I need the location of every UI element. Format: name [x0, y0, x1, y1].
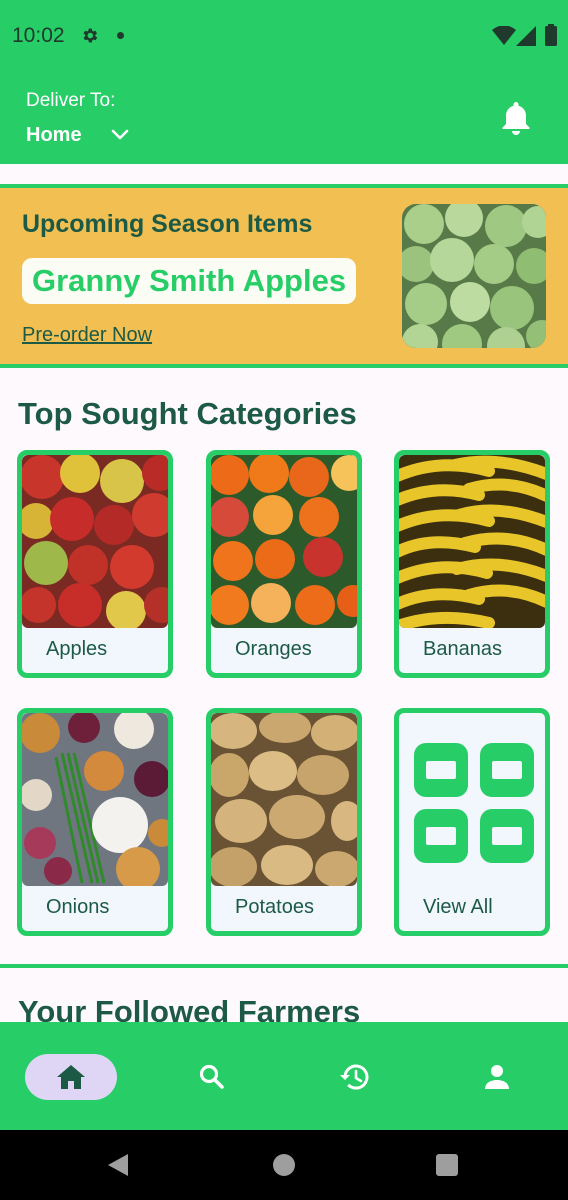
back-icon[interactable] [106, 1152, 130, 1178]
apples-image [22, 455, 168, 628]
nav-home[interactable] [25, 1054, 117, 1100]
home-icon[interactable] [56, 1063, 86, 1091]
oranges-image [211, 455, 357, 628]
category-view-all[interactable]: View All [394, 708, 550, 936]
onions-image [22, 713, 168, 886]
nav-history[interactable] [309, 1054, 401, 1100]
profile-icon[interactable] [482, 1063, 512, 1091]
bananas-image [399, 455, 545, 628]
wifi-icon [492, 26, 516, 45]
granny-smith-apples-image [402, 204, 546, 348]
potatoes-image [211, 713, 357, 886]
battery-icon [545, 24, 557, 46]
category-bananas[interactable]: Bananas [394, 450, 550, 678]
category-potatoes[interactable]: Potatoes [206, 708, 362, 936]
system-home-icon[interactable] [273, 1154, 295, 1176]
category-label: Apples [46, 638, 108, 660]
featured-item: Granny Smith Apples [22, 258, 357, 304]
category-label: View All [423, 896, 493, 918]
banner-title: Upcoming Season Items [22, 210, 313, 238]
search-icon[interactable] [197, 1063, 227, 1091]
category-onions[interactable]: Onions [17, 708, 173, 936]
grid-icon [414, 743, 534, 863]
history-icon[interactable] [340, 1063, 370, 1091]
chevron-down-icon[interactable] [111, 128, 129, 142]
recent-apps-icon[interactable] [436, 1154, 458, 1176]
categories-title: Top Sought Categories [18, 396, 357, 431]
bottom-navigation [0, 1022, 568, 1130]
notification-dot [117, 32, 124, 39]
category-oranges[interactable]: Oranges [206, 450, 362, 678]
app-header: Deliver To: Home [0, 72, 568, 164]
nav-profile[interactable] [451, 1054, 543, 1100]
section-divider [0, 964, 568, 968]
category-label: Bananas [423, 638, 502, 660]
category-label: Potatoes [235, 896, 314, 918]
signal-icon [516, 26, 536, 46]
status-time: 10:02 [12, 24, 65, 47]
deliver-to-label: Deliver To: [26, 90, 116, 111]
upcoming-season-banner[interactable]: Upcoming Season Items Granny Smith Apple… [0, 184, 568, 368]
category-label: Onions [46, 896, 110, 918]
system-navigation-bar [0, 1130, 568, 1200]
bell-icon[interactable] [500, 100, 532, 136]
settings-icon [83, 28, 98, 43]
nav-search[interactable] [166, 1054, 258, 1100]
preorder-link[interactable]: Pre-order Now [22, 324, 152, 347]
category-apples[interactable]: Apples [17, 450, 173, 678]
delivery-location[interactable]: Home [26, 124, 82, 147]
status-bar: 10:02 [0, 0, 568, 72]
category-label: Oranges [235, 638, 312, 660]
